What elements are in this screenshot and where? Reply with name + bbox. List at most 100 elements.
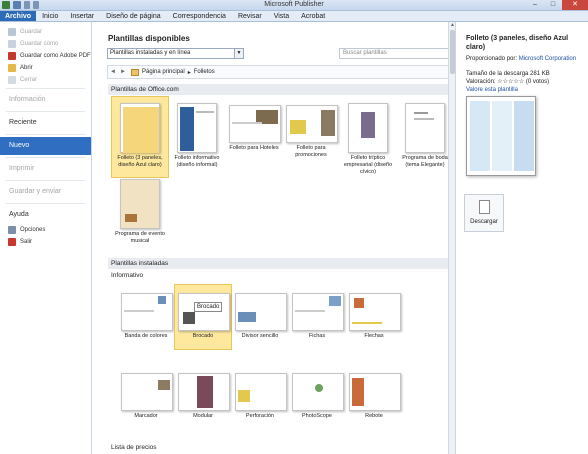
template-card[interactable]: Folleto (3 paneles, diseño Azul claro) [111, 96, 169, 178]
divider [6, 180, 85, 181]
template-name: PhotoScope [302, 413, 332, 419]
preview-panel [492, 101, 512, 171]
votes-count: (0 votos) [525, 79, 550, 85]
rating-label: Valoración: [466, 79, 496, 85]
menu-label: Cerrar [20, 77, 38, 83]
template-name: Fichas [308, 333, 326, 339]
star-rating-icon[interactable]: ☆☆☆☆☆ [497, 79, 524, 85]
template-thumbnail [235, 373, 287, 411]
section-office-header: Plantillas de Office.com [108, 84, 451, 95]
tooltip: Brocado [194, 302, 223, 312]
category-label: Lista de precios [111, 444, 157, 451]
minimize-button[interactable]: – [526, 0, 544, 10]
chevron-down-icon[interactable]: ▼ [234, 49, 243, 58]
template-thumbnail [178, 293, 230, 331]
template-card[interactable]: Programa de evento musical [111, 172, 169, 258]
menu-salir[interactable]: Salir [0, 236, 91, 248]
menu-reciente[interactable]: Reciente [0, 114, 91, 132]
template-card[interactable]: Perforación [231, 364, 289, 430]
menu-imprimir[interactable]: Imprimir [0, 160, 91, 178]
ribbon-tabs: Archivo Inicio Insertar Diseño de página… [0, 11, 588, 22]
maximize-button[interactable]: □ [544, 0, 562, 10]
template-card[interactable]: Folleto informativo (diseño informal) [168, 96, 226, 178]
template-card[interactable]: Rebote [345, 364, 403, 430]
search-input[interactable]: Buscar plantillas [339, 48, 455, 59]
tab-archivo[interactable]: Archivo [0, 11, 37, 21]
template-card[interactable]: Programa de boda (tema Elegante) [396, 96, 454, 178]
window-title: Microsoft Publisher [264, 1, 324, 8]
menu-guardar[interactable]: Guardar [0, 26, 91, 38]
template-name: Rebote [365, 413, 383, 419]
menu-informacion[interactable]: Información [0, 91, 91, 109]
provider-line: Proporcionado por: Microsoft Corporation [466, 56, 576, 63]
tab-revisar[interactable]: Revisar [232, 11, 268, 21]
folder-icon [8, 64, 16, 72]
menu-guardar-enviar[interactable]: Guardar y enviar [0, 183, 91, 201]
template-card[interactable]: Banda de colores [117, 284, 175, 350]
menu-guardar-como[interactable]: Guardar como [0, 38, 91, 50]
template-name: Marcador [134, 413, 158, 419]
thumbnail-decoration [158, 380, 170, 390]
divider [6, 88, 85, 89]
vertical-scrollbar[interactable]: ▲ [448, 22, 455, 454]
template-card[interactable]: Marcador [117, 364, 175, 430]
thumbnail-decoration [232, 122, 262, 124]
thumbnail-decoration [414, 118, 434, 120]
breadcrumb-home[interactable]: Página principal [142, 69, 185, 75]
menu-label: Opciones [20, 227, 46, 233]
rate-template-link[interactable]: Valore esta plantilla [466, 87, 518, 94]
template-source-dropdown[interactable]: Plantillas instaladas y en línea ▼ [107, 48, 244, 59]
template-card[interactable]: Modular [174, 364, 232, 430]
menu-label: Guardar como [20, 41, 59, 47]
tab-vista[interactable]: Vista [268, 11, 295, 21]
template-card[interactable]: Divisor sencillo [231, 284, 289, 350]
menu-opciones[interactable]: Opciones [0, 224, 91, 236]
template-card[interactable]: Folleto para Hoteles [225, 96, 283, 178]
tab-correspondencia[interactable]: Correspondencia [167, 11, 232, 21]
close-file-icon [8, 76, 16, 84]
template-name: Perforación [245, 413, 275, 419]
template-card[interactable]: Folleto para promociones [282, 96, 340, 178]
template-card[interactable]: Fichas [288, 284, 346, 350]
template-name: Brocado [192, 333, 214, 339]
tab-acrobat[interactable]: Acrobat [295, 11, 331, 21]
menu-ayuda[interactable]: Ayuda [0, 206, 91, 224]
close-button[interactable]: ✕ [562, 0, 588, 10]
thumbnail-decoration [414, 112, 428, 114]
divider [6, 111, 85, 112]
template-card[interactable]: PhotoScope [288, 364, 346, 430]
template-name: Folleto para promociones [295, 145, 327, 158]
thumbnail-decoration [329, 296, 341, 306]
template-name: Divisor sencillo [241, 333, 279, 339]
pdf-icon [8, 52, 16, 60]
rating-line: Valoración: ☆☆☆☆☆ (0 votos) [466, 79, 549, 86]
divider [6, 134, 85, 135]
template-thumbnail [121, 293, 173, 331]
breadcrumb-current: Folletos [193, 69, 215, 75]
tab-inicio[interactable]: Inicio [36, 11, 64, 21]
menu-cerrar[interactable]: Cerrar [0, 74, 91, 86]
menu-guardar-pdf[interactable]: Guardar como Adobe PDF [0, 50, 91, 62]
template-card[interactable]: Flechas [345, 284, 403, 350]
menu-nuevo[interactable]: Nuevo [0, 137, 91, 155]
template-name: Flechas [364, 333, 384, 339]
template-name: Modular [193, 413, 213, 419]
tab-diseno-pagina[interactable]: Diseño de página [100, 11, 167, 21]
template-card[interactable]: Folleto tríptico empresarial (diseño cív… [339, 96, 397, 178]
breadcrumb: ◄ ► Página principal ▸ Folletos [107, 65, 455, 79]
download-button[interactable]: Descargar [464, 194, 504, 232]
thumbnail-decoration [124, 310, 154, 312]
tab-insertar[interactable]: Insertar [64, 11, 100, 21]
template-details-panel: Folleto (3 paneles, diseño Azul claro) P… [455, 22, 588, 454]
thumbnail-decoration [180, 107, 194, 151]
provider-link[interactable]: Microsoft Corporation [519, 56, 576, 62]
template-card[interactable]: Brocado [174, 284, 232, 350]
menu-abrir[interactable]: Abrir [0, 62, 91, 74]
template-name: Programa de evento musical [115, 231, 165, 244]
preview-panel [514, 101, 534, 171]
divider [6, 157, 85, 158]
home-icon[interactable] [131, 68, 139, 76]
title-bar: Microsoft Publisher – □ ✕ [0, 0, 588, 11]
back-arrow-icon[interactable]: ◄ [108, 69, 118, 75]
forward-arrow-icon[interactable]: ► [118, 69, 128, 75]
